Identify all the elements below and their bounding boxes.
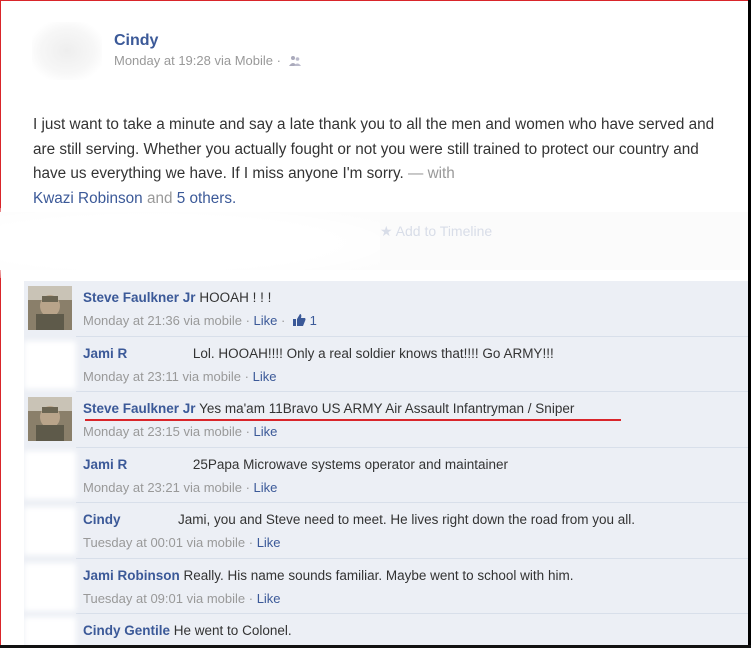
comment-text: 25Papa Microwave systems operator and ma… xyxy=(192,457,508,472)
commenter-name-link[interactable]: Steve Faulkner Jr xyxy=(83,401,196,416)
redacted-avatar xyxy=(24,507,76,555)
comment-timestamp[interactable]: Monday at 23:15 via mobile xyxy=(83,424,242,439)
avatar-photo xyxy=(28,397,72,441)
avatar-photo xyxy=(28,286,72,330)
comment-line: Jami R Lol. HOOAH!!!! Only a real soldie… xyxy=(83,346,554,361)
commenter-avatar[interactable] xyxy=(28,286,72,330)
post-text: I just want to take a minute and say a l… xyxy=(33,116,715,182)
comment-item: Steve Faulkner Jr HOOAH ! ! ! Monday at … xyxy=(24,281,748,336)
comment-meta: Tuesday at 00:01 via mobile · Like xyxy=(83,535,281,550)
comment-timestamp[interactable]: Monday at 23:11 via mobile xyxy=(83,369,241,384)
comment-item: Jami R 25Papa Microwave systems operator… xyxy=(24,448,748,503)
comment-line: Jami R 25Papa Microwave systems operator… xyxy=(83,457,508,472)
comment-item: Jami R Lol. HOOAH!!!! Only a real soldie… xyxy=(24,337,748,392)
comment-timestamp[interactable]: Tuesday at 00:01 via mobile xyxy=(83,535,245,550)
commenter-name-link[interactable]: Jami R xyxy=(83,457,127,472)
thumbs-up-icon[interactable] xyxy=(292,314,306,326)
post-timestamp[interactable]: Monday at 19:28 via Mobile xyxy=(114,53,273,68)
redacted-avatar xyxy=(24,341,76,389)
comment-timestamp[interactable]: Monday at 21:36 via mobile xyxy=(83,313,242,328)
comment-item: Cindy Jami, you and Steve need to meet. … xyxy=(24,503,748,558)
highlight-underline xyxy=(85,419,621,421)
comment-timestamp[interactable]: Tuesday at 09:01 via mobile xyxy=(83,591,245,606)
comment-text: Lol. HOOAH!!!! Only a real soldier knows… xyxy=(192,346,554,361)
like-link[interactable]: Like xyxy=(254,480,278,495)
tagged-person-link[interactable]: Kwazi Robinson xyxy=(33,190,143,207)
commenter-name-link[interactable]: Jami R xyxy=(83,346,127,361)
comment-line: Jami Robinson Really. His name sounds fa… xyxy=(83,568,573,583)
redaction-blur xyxy=(0,208,380,278)
commenter-name-link[interactable]: Cindy Gentile xyxy=(83,623,170,638)
comment-line: Steve Faulkner Jr Yes ma'am 11Bravo US A… xyxy=(83,401,574,416)
comment-text: Jami, you and Steve need to meet. He liv… xyxy=(178,512,636,527)
with-label: — with xyxy=(408,165,455,182)
post-body: I just want to take a minute and say a l… xyxy=(33,113,733,211)
comment-item: Cindy Gentile He went to Colonel. xyxy=(24,614,748,669)
comment-text: He went to Colonel. xyxy=(173,623,292,638)
meta-separator: · xyxy=(276,53,281,68)
add-to-timeline-label: Add to Timeline xyxy=(395,223,493,239)
redacted-avatar xyxy=(24,563,76,611)
like-link[interactable]: Like xyxy=(257,535,281,550)
and-label: and xyxy=(146,189,173,207)
comment-line: Steve Faulkner Jr HOOAH ! ! ! xyxy=(83,290,271,305)
comment-meta: Monday at 23:21 via mobile · Like xyxy=(83,480,278,495)
comment-timestamp[interactable]: Monday at 23:21 via mobile xyxy=(83,480,242,495)
like-count[interactable]: 1 xyxy=(310,313,317,328)
comments-section: Steve Faulkner Jr HOOAH ! ! ! Monday at … xyxy=(24,281,748,647)
author-avatar-blurred[interactable] xyxy=(32,22,102,80)
like-link[interactable]: Like xyxy=(257,591,281,606)
commenter-name-link[interactable]: Jami Robinson xyxy=(83,568,180,583)
commenter-name-link[interactable]: Steve Faulkner Jr xyxy=(83,290,196,305)
redacted-avatar xyxy=(24,451,76,499)
comment-meta: Monday at 21:36 via mobile · Like · 1 xyxy=(83,313,317,328)
commenter-name-link[interactable]: Cindy xyxy=(83,512,121,527)
post-meta: Monday at 19:28 via Mobile · xyxy=(114,53,301,68)
add-to-timeline-button[interactable]: ★ Add to Timeline xyxy=(380,223,492,240)
comment-meta: Tuesday at 09:01 via mobile · Like xyxy=(83,591,281,606)
redacted-avatar xyxy=(24,617,76,647)
comment-item: Jami Robinson Really. His name sounds fa… xyxy=(24,559,748,614)
comment-line: Cindy Jami, you and Steve need to meet. … xyxy=(83,512,635,527)
comment-text: HOOAH ! ! ! xyxy=(199,290,272,305)
comment-text: Really. His name sounds familiar. Maybe … xyxy=(183,568,574,583)
others-link[interactable]: 5 others. xyxy=(177,190,237,207)
like-link[interactable]: Like xyxy=(254,313,278,328)
post-author-link[interactable]: Cindy xyxy=(114,32,158,50)
comment-meta: Monday at 23:11 via mobile · Like xyxy=(83,369,277,384)
comment-text: Yes ma'am 11Bravo US ARMY Air Assault In… xyxy=(199,401,575,416)
comment-meta: Monday at 23:15 via mobile · Like xyxy=(83,424,278,439)
comment-line: Cindy Gentile He went to Colonel. xyxy=(83,623,292,638)
audience-icon[interactable] xyxy=(288,55,301,67)
commenter-avatar[interactable] xyxy=(28,397,72,441)
like-link[interactable]: Like xyxy=(254,424,278,439)
like-link[interactable]: Like xyxy=(253,369,277,384)
